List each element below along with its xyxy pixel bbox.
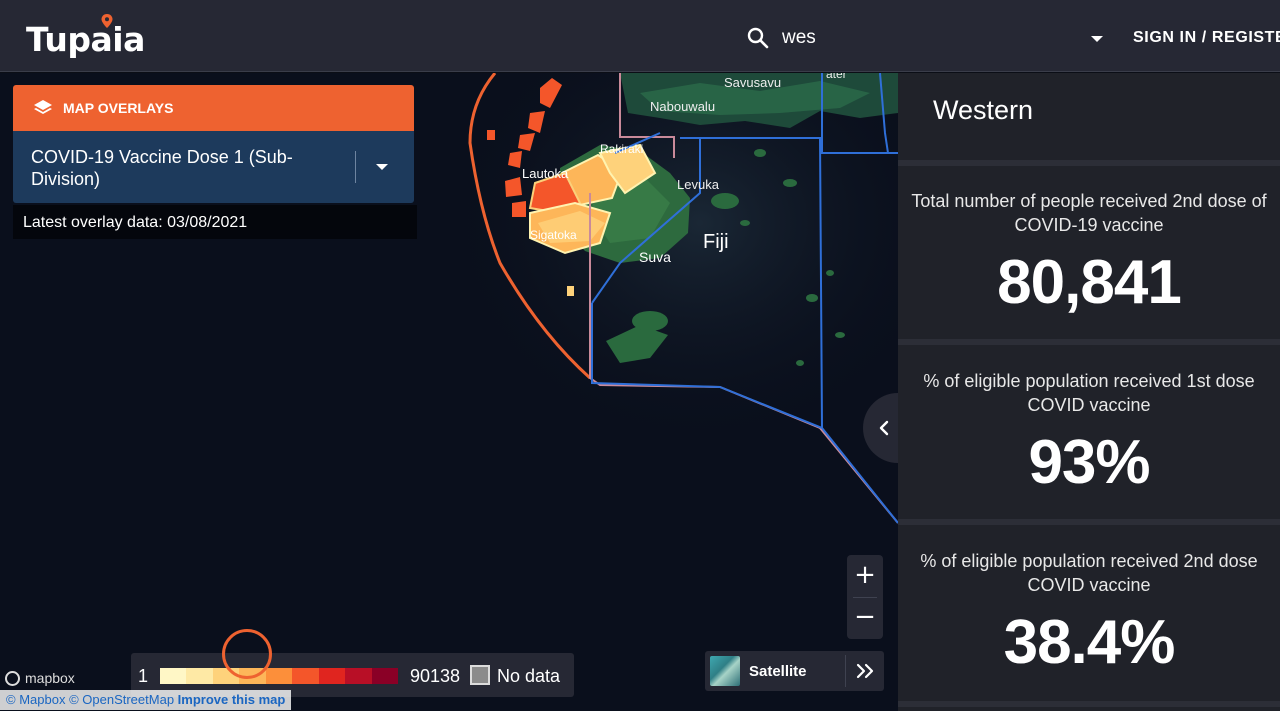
map-attribution: © Mapbox © OpenStreetMap Improve this ma… [0, 690, 292, 710]
osm-attribution-link[interactable]: © OpenStreetMap [69, 692, 174, 707]
double-chevron-right-icon[interactable] [855, 663, 875, 679]
divider [845, 655, 846, 687]
stat-description: Total number of people received 2nd dose… [911, 191, 1267, 235]
search-input[interactable] [782, 24, 1062, 52]
cursor-indicator [222, 629, 272, 679]
chevron-down-icon[interactable] [376, 164, 388, 170]
stat-card: % of eligible population received 1st do… [898, 369, 1280, 498]
legend-color-step [318, 668, 346, 684]
chevron-down-icon[interactable] [1091, 36, 1103, 42]
satellite-thumbnail [710, 656, 740, 686]
layers-icon [34, 100, 52, 114]
map-overlays-title: MAP OVERLAYS [63, 100, 174, 116]
map-overlays-panel: MAP OVERLAYS COVID-19 Vaccine Dose 1 (Su… [13, 85, 414, 203]
mapbox-logo-text: mapbox [25, 670, 75, 686]
zoom-out-button[interactable]: − [847, 597, 883, 637]
legend-color-step [265, 668, 293, 684]
stat-value: 80,841 [997, 248, 1182, 317]
map-label-levuka: Levuka [677, 177, 719, 192]
tupaia-logo[interactable]: Tupaia [26, 20, 145, 59]
legend-color-step [292, 668, 319, 684]
search-bar [740, 20, 1110, 56]
legend-color-scale [160, 668, 398, 684]
chevron-left-icon [879, 420, 889, 436]
info-sidebar: Western Total number of people received … [898, 73, 1280, 711]
legend-max: 90138 [410, 666, 461, 686]
map-area[interactable]: Savusavu Nabouwalu ater Rakiraki Lautoka… [0, 73, 898, 711]
map-label-fiji: Fiji [703, 231, 729, 253]
selected-overlay-name: COVID-19 Vaccine Dose 1 (Sub-Division) [31, 147, 293, 189]
stat-description: % of eligible population received 1st do… [923, 371, 1255, 415]
divider [355, 151, 356, 183]
stat-card: % of eligible population received 2nd do… [898, 549, 1280, 678]
map-label-suva: Suva [639, 249, 671, 265]
location-pin-icon [101, 14, 113, 28]
basemap-label: Satellite [749, 663, 807, 680]
zoom-in-button[interactable]: + [847, 555, 883, 595]
no-data-swatch [470, 665, 490, 685]
map-label-nabouwalu: Nabouwalu [650, 99, 716, 114]
mapbox-attribution-link[interactable]: © Mapbox [6, 692, 65, 707]
divider [898, 701, 1280, 707]
divider [898, 519, 1280, 525]
stat-value: 38.4% [1003, 608, 1176, 677]
search-icon [747, 27, 769, 49]
divider [898, 160, 1280, 166]
map-label-savusavu: Savusavu [724, 75, 782, 90]
legend-color-step [345, 668, 372, 684]
stat-card: Total number of people received 2nd dose… [898, 189, 1280, 318]
legend-min: 1 [138, 666, 149, 686]
map-label-rakiraki: Rakiraki [600, 142, 644, 156]
map-label-lautoka: Lautoka [522, 166, 569, 181]
top-header: Tupaia SIGN IN / REGISTER [0, 0, 1280, 72]
sign-in-register-button[interactable]: SIGN IN / REGISTER [1133, 29, 1280, 47]
stat-value: 93% [1028, 428, 1150, 497]
map-overlays-header[interactable]: MAP OVERLAYS [13, 85, 414, 131]
map-label-sigatoka: Sigatoka [530, 228, 577, 242]
mapbox-logo[interactable]: mapbox [5, 670, 75, 686]
basemap-selector[interactable]: Satellite [705, 651, 884, 691]
stat-description: % of eligible population received 2nd do… [920, 551, 1258, 595]
zoom-controls: + − [847, 555, 883, 639]
legend-color-step [186, 668, 213, 684]
no-data-label: No data [497, 666, 561, 686]
divider [898, 339, 1280, 345]
overlay-selector[interactable]: COVID-19 Vaccine Dose 1 (Sub-Division) [13, 131, 414, 203]
improve-map-link[interactable]: Improve this map [178, 692, 286, 707]
legend-color-step [371, 668, 398, 684]
mapbox-icon [5, 670, 20, 686]
latest-overlay-date: Latest overlay data: 03/08/2021 [13, 205, 417, 239]
map-label-partial: ater [826, 73, 847, 81]
sidebar-title: Western [933, 95, 1034, 125]
legend-color-step [160, 668, 187, 684]
